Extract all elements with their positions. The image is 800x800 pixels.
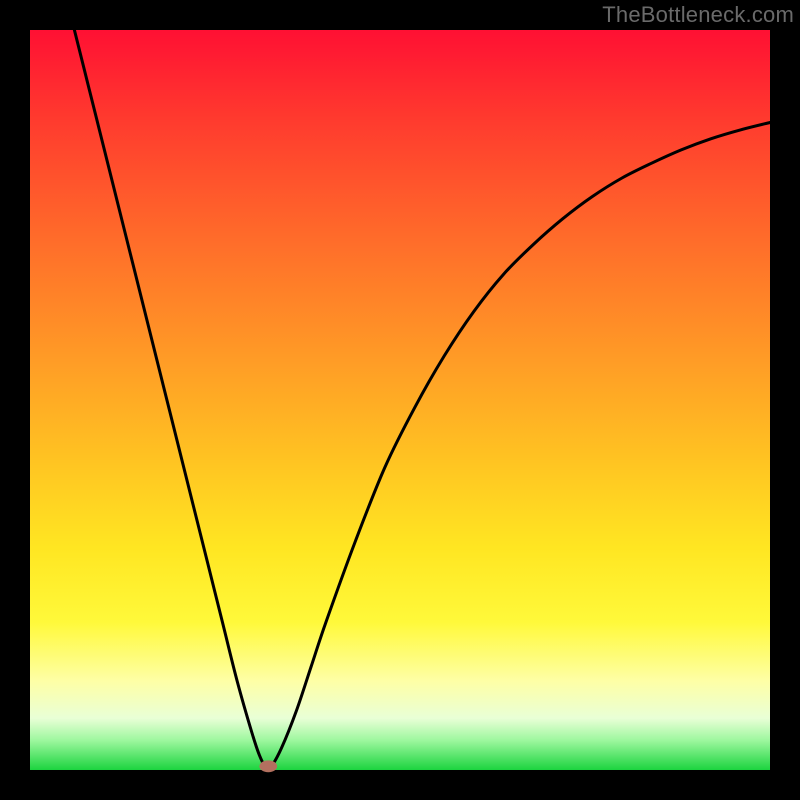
minimum-marker: [259, 760, 277, 772]
bottleneck-chart: [0, 0, 800, 800]
chart-frame: TheBottleneck.com: [0, 0, 800, 800]
watermark-text: TheBottleneck.com: [602, 2, 794, 28]
plot-background: [30, 30, 770, 770]
